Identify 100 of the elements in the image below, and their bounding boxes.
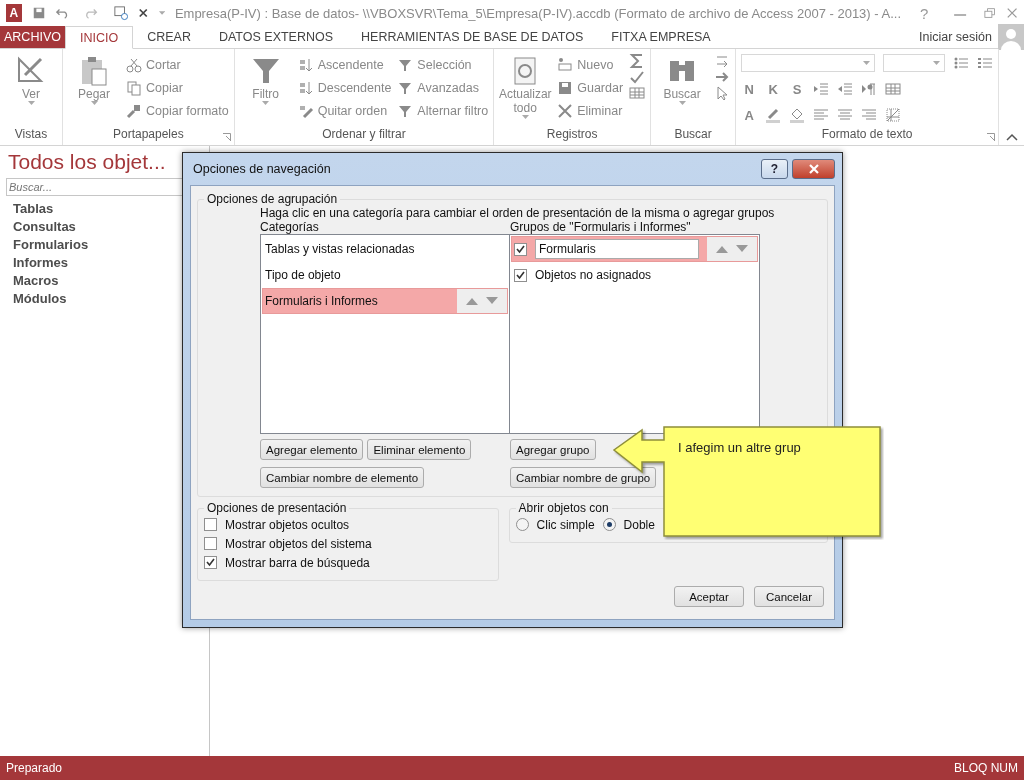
radio-button[interactable] (515, 518, 529, 531)
ribbon-tab[interactable]: INICIO (64, 26, 134, 49)
radio-button[interactable] (602, 518, 616, 531)
ribbon-button[interactable]: Alternar filtro (397, 99, 489, 122)
down-arrow-icon[interactable] (735, 244, 749, 254)
dialog-title: Opciones de navegación (192, 162, 332, 176)
group-label: Ordenar y filtrar (322, 127, 406, 141)
dialog-button[interactable]: Agregar grupo (510, 439, 596, 460)
dialog-button[interactable]: Agregar elemento (260, 439, 364, 460)
instruction-text: Haga clic en una categoría para cambiar el orden de presentación de la misma o agregar grupos (260, 206, 776, 220)
dialog-button[interactable]: Aceptar (674, 586, 744, 607)
format-button[interactable]: K (765, 81, 782, 97)
ribbon-button[interactable]: Descendente (297, 76, 392, 99)
group-box-title: Opciones de presentación (206, 501, 348, 515)
bullet-list-icon (953, 55, 970, 71)
help-button[interactable]: ? (761, 159, 788, 179)
sort-arrow-icon (297, 56, 314, 73)
close-button[interactable] (792, 159, 835, 179)
ribbon-button[interactable]: Actualizar todo (499, 53, 552, 121)
launcher-icon[interactable] (222, 133, 231, 141)
caret-icon (27, 101, 35, 105)
format-button[interactable]: A (741, 107, 758, 123)
close-icon (807, 164, 820, 174)
callout-text: I afegim un altre grup (678, 440, 801, 455)
launcher-icon[interactable] (987, 133, 996, 141)
sort-arrow-icon (297, 79, 314, 96)
restore-icon[interactable] (983, 7, 996, 19)
brush-icon (126, 102, 142, 119)
align-center-icon (837, 107, 854, 123)
checkbox-label: Mostrar barra de búsqueda (225, 555, 370, 570)
format-button[interactable]: S (789, 81, 806, 97)
up-arrow-icon[interactable] (465, 296, 479, 306)
checkbox-label: Mostrar objetos del sistema (225, 536, 372, 551)
cross-icon[interactable] (138, 7, 149, 19)
list-label: Categorías (260, 220, 320, 234)
name-field[interactable]: Formularis (535, 239, 699, 259)
checkbox[interactable] (204, 537, 217, 550)
checkbox[interactable] (204, 556, 217, 569)
checkbox-label: Mostrar objetos ocultos (225, 517, 350, 532)
item-label: Tablas y vistas relacionadas (265, 242, 415, 256)
ribbon-button[interactable]: Pegar (68, 53, 120, 107)
scissors-icon (126, 56, 142, 73)
cross-icon (557, 102, 574, 119)
ribbon-button[interactable]: Ver (5, 53, 57, 107)
caret-icon (933, 61, 941, 65)
ribbon-tab[interactable]: FITXA EMPRESA (597, 26, 725, 48)
up-arrow-icon[interactable] (715, 244, 729, 254)
combo-box[interactable] (741, 54, 876, 72)
list-item[interactable]: Tablas y vistas relacionadas (262, 236, 508, 262)
group-box-title: Opciones de agrupación (206, 192, 339, 206)
ribbon-button[interactable]: Copiar (126, 76, 229, 99)
dialog-button[interactable]: Eliminar elemento (367, 439, 472, 460)
align-left-icon (813, 107, 830, 123)
list-item[interactable]: Formularis i Informes (262, 288, 508, 314)
pane-title[interactable]: Todos los objet... (8, 150, 166, 174)
indent-icon (813, 81, 830, 97)
ribbon-button[interactable]: Selección (397, 53, 489, 76)
ribbon-button[interactable]: Copiar formato (126, 99, 229, 122)
list-item[interactable]: Formularis (511, 236, 758, 262)
radio-label: Clic simple (536, 517, 595, 532)
item-label: Objetos no asignados (535, 268, 652, 282)
app-logo: A (6, 4, 22, 22)
dialog-button[interactable]: Cambiar nombre de grupo (510, 467, 657, 488)
dialog-button[interactable]: Cambiar nombre de elemento (260, 467, 425, 488)
ribbon-tab[interactable]: CREAR (133, 26, 205, 48)
checkbox[interactable] (514, 242, 527, 256)
combo-box[interactable] (883, 54, 946, 72)
ribbon-button[interactable]: Avanzadas (397, 76, 489, 99)
checkbox[interactable] (204, 518, 217, 531)
checkbox[interactable] (514, 268, 527, 282)
ribbon-button[interactable]: Guardar (557, 76, 624, 99)
gridlines-icon (885, 107, 902, 123)
ribbon-button[interactable]: Eliminar (557, 99, 624, 122)
ribbon-button[interactable]: Filtro (239, 53, 292, 107)
item-label: Formularis i Informes (265, 294, 378, 308)
ribbon-button[interactable]: Nuevo (557, 53, 624, 76)
sign-in-link[interactable]: Iniciar sesión (919, 30, 992, 44)
dialog-button[interactable]: Cancelar (754, 586, 824, 607)
status-text: BLOQ NUM (954, 761, 1018, 775)
caret-icon (262, 101, 270, 105)
ribbon-tab[interactable]: HERRAMIENTAS DE BASE DE DATOS (347, 26, 598, 48)
down-arrow-icon[interactable] (485, 296, 499, 306)
collapse-icon[interactable] (1006, 133, 1018, 141)
ribbon-button[interactable]: Buscar (656, 53, 709, 107)
form-clock-icon[interactable] (114, 5, 129, 21)
ribbon-button[interactable]: Quitar orden (297, 99, 392, 122)
ribbon-tab[interactable]: DATOS EXTERNOS (204, 26, 348, 48)
check-icon (629, 69, 646, 85)
format-button[interactable]: N (741, 81, 758, 97)
group-label: Vistas (14, 127, 48, 141)
close-icon[interactable] (1005, 7, 1018, 19)
ribbon-button[interactable]: Cortar (126, 53, 229, 76)
grid-icon (629, 85, 646, 101)
align-right-icon (861, 107, 878, 123)
list-label: Grupos de "Formularis i Informes" (510, 220, 692, 234)
ribbon-button[interactable]: Ascendente (297, 53, 392, 76)
list-item[interactable]: Tipo de objeto (262, 262, 508, 288)
file-tab[interactable]: ARCHIVO (0, 26, 65, 48)
numbered-list-icon (977, 55, 994, 71)
list-item[interactable]: Objetos no asignados (511, 262, 758, 288)
